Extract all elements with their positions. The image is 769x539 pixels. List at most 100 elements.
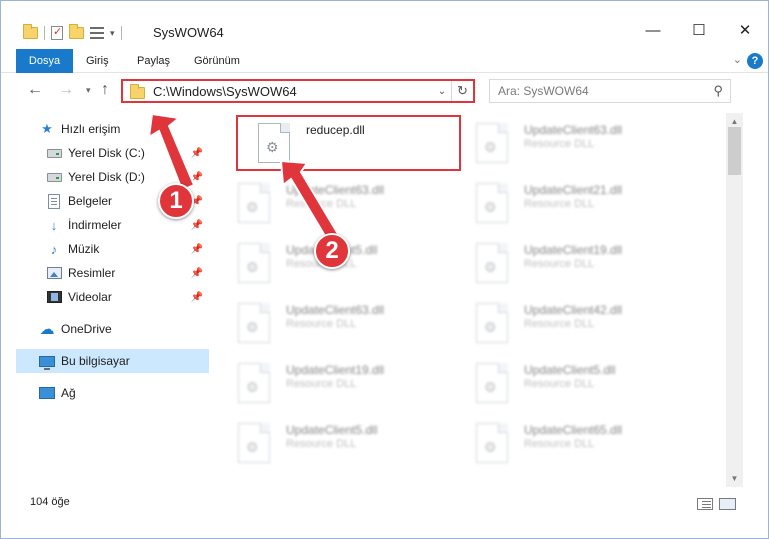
- pin-icon[interactable]: 📌: [191, 292, 203, 303]
- pin-icon[interactable]: 📌: [191, 220, 203, 231]
- file-description: Resource DLL: [286, 198, 357, 210]
- toolbar-divider: [44, 26, 45, 40]
- dll-file-icon: ⚙: [476, 183, 508, 223]
- expand-ribbon-icon[interactable]: ⌄: [733, 53, 742, 66]
- dll-file-icon: ⚙: [258, 123, 290, 163]
- sidebar-item-quick-access[interactable]: ★ Hızlı erişim: [16, 117, 209, 141]
- gear-icon: ⚙: [484, 319, 497, 335]
- file-name: UpdateClient5.dll: [524, 363, 616, 377]
- sidebar-item-network[interactable]: Ağ: [16, 381, 209, 405]
- back-button[interactable]: ←: [27, 81, 43, 99]
- pin-icon[interactable]: 📌: [191, 244, 203, 255]
- file-description: Resource DLL: [524, 318, 595, 330]
- sidebar-item-this-pc[interactable]: Bu bilgisayar: [16, 349, 209, 373]
- file-item[interactable]: ⚙ UpdateClient63.dll Resource DLL: [456, 117, 681, 173]
- quick-access-toolbar: ▾: [23, 24, 122, 42]
- folder-icon: [130, 83, 145, 99]
- ribbon-tabs: Dosya Giriş Paylaş Görünüm ⌄ ?: [1, 49, 768, 105]
- sidebar-item-disk-c[interactable]: Yerel Disk (C:) 📌: [16, 141, 209, 165]
- dll-file-icon: ⚙: [476, 423, 508, 463]
- file-item[interactable]: ⚙ UpdateClient63.dll Resource DLL: [218, 297, 443, 353]
- sidebar-item-videos[interactable]: Videolar 📌: [16, 285, 209, 309]
- search-icon[interactable]: ⚲: [713, 83, 723, 99]
- file-description: Resource DLL: [524, 378, 595, 390]
- details-view-icon[interactable]: [697, 498, 713, 510]
- gear-icon: ⚙: [484, 259, 497, 275]
- file-item[interactable]: ⚙ UpdateClient19.dll Resource DLL: [456, 237, 681, 293]
- new-folder-icon[interactable]: [69, 24, 84, 39]
- scroll-thumb[interactable]: [728, 127, 741, 175]
- maximize-button[interactable]: ☐: [676, 15, 722, 45]
- file-name: UpdateClient65.dll: [524, 423, 623, 437]
- file-item[interactable]: ⚙ UpdateClient21.dll Resource DLL: [456, 177, 681, 233]
- customize-toolbar-icon[interactable]: ▾: [110, 28, 115, 39]
- sidebar-item-label: Yerel Disk (D:): [68, 170, 145, 184]
- gear-icon: ⚙: [266, 139, 279, 155]
- chevron-down-icon[interactable]: ⌄: [433, 86, 451, 97]
- scroll-down-icon[interactable]: ▼: [726, 470, 743, 487]
- gear-icon: ⚙: [484, 199, 497, 215]
- tab-home[interactable]: Giriş: [86, 49, 109, 73]
- sidebar-item-label: Yerel Disk (C:): [68, 146, 145, 160]
- file-name: UpdateClient63.dll: [524, 123, 623, 137]
- file-description: Resource DLL: [286, 438, 357, 450]
- file-item[interactable]: ⚙ UpdateClient19.dll Resource DLL: [218, 357, 443, 413]
- drive-icon: [46, 172, 62, 182]
- file-name: UpdateClient19.dll: [524, 243, 623, 257]
- file-item[interactable]: ⚙ UpdateClient65.dll Resource DLL: [456, 417, 681, 473]
- tab-share[interactable]: Paylaş: [137, 49, 170, 73]
- pin-icon[interactable]: 📌: [191, 172, 203, 183]
- file-explorer-window: ▾ SysWOW64 — ☐ ✕ Dosya Giriş Paylaş Görü…: [0, 0, 769, 539]
- file-name: reducep.dll: [306, 123, 365, 137]
- sidebar-item-label: Müzik: [68, 242, 100, 256]
- sidebar-item-onedrive[interactable]: ☁ OneDrive: [16, 317, 209, 341]
- file-item[interactable]: ⚙ UpdateClient5.dll Resource DLL: [456, 357, 681, 413]
- large-icons-view-icon[interactable]: [719, 498, 736, 510]
- address-bar[interactable]: C:\Windows\SysWOW64 ⌄ ↻: [121, 79, 475, 103]
- download-icon: ↓: [50, 217, 58, 233]
- drive-icon: [46, 148, 62, 158]
- file-name: UpdateClient63.dll: [286, 183, 385, 197]
- dll-file-icon: ⚙: [238, 363, 270, 403]
- navigation-bar: ← → ▾ ↑ C:\Windows\SysWOW64 ⌄ ↻ Ara: Sys…: [1, 73, 768, 109]
- up-button[interactable]: ↑: [101, 81, 109, 99]
- help-icon[interactable]: ?: [747, 53, 763, 69]
- address-path[interactable]: C:\Windows\SysWOW64: [153, 84, 433, 99]
- sidebar-item-label: Ağ: [61, 386, 76, 400]
- star-icon: ★: [41, 121, 53, 136]
- file-description: Resource DLL: [524, 258, 595, 270]
- forward-button[interactable]: →: [58, 81, 74, 99]
- gear-icon: ⚙: [484, 379, 497, 395]
- file-item[interactable]: ⚙ UpdateClient63.dll Resource DLL: [218, 177, 443, 233]
- sidebar-item-label: Bu bilgisayar: [61, 354, 130, 368]
- gear-icon: ⚙: [246, 319, 259, 335]
- file-item[interactable]: ⚙ UpdateClient42.dll Resource DLL: [456, 297, 681, 353]
- recent-locations-icon[interactable]: ▾: [86, 85, 91, 96]
- search-placeholder[interactable]: Ara: SysWOW64: [498, 84, 589, 98]
- gear-icon: ⚙: [246, 379, 259, 395]
- file-name: UpdateClient5.dll: [286, 423, 378, 437]
- minimize-button[interactable]: —: [630, 15, 676, 45]
- refresh-icon[interactable]: ↻: [451, 81, 473, 101]
- file-description: Resource DLL: [286, 378, 357, 390]
- vertical-scrollbar[interactable]: ▲ ▼: [726, 113, 743, 487]
- gear-icon: ⚙: [246, 199, 259, 215]
- file-description: Resource DLL: [524, 138, 595, 150]
- sidebar-item-label: Hızlı erişim: [61, 122, 121, 136]
- properties-icon[interactable]: [51, 25, 63, 40]
- file-item[interactable]: ⚙ UpdateClient5.dll Resource DLL: [218, 417, 443, 473]
- close-button[interactable]: ✕: [722, 15, 768, 45]
- sidebar-item-pictures[interactable]: Resimler 📌: [16, 261, 209, 285]
- pin-icon[interactable]: 📌: [191, 268, 203, 279]
- item-count: 104 öğe: [30, 496, 70, 508]
- file-name: UpdateClient42.dll: [524, 303, 623, 317]
- view-options-icon[interactable]: [90, 27, 104, 39]
- file-item-reducep[interactable]: ⚙ reducep.dll: [236, 115, 461, 171]
- videos-icon: [46, 291, 62, 303]
- search-box[interactable]: Ara: SysWOW64 ⚲: [489, 79, 731, 103]
- sidebar-item-music[interactable]: ♪ Müzik 📌: [16, 237, 209, 261]
- sidebar-item-label: OneDrive: [61, 322, 112, 336]
- tab-view[interactable]: Görünüm: [194, 49, 240, 73]
- file-description: Resource DLL: [286, 318, 357, 330]
- pin-icon[interactable]: 📌: [191, 148, 203, 159]
